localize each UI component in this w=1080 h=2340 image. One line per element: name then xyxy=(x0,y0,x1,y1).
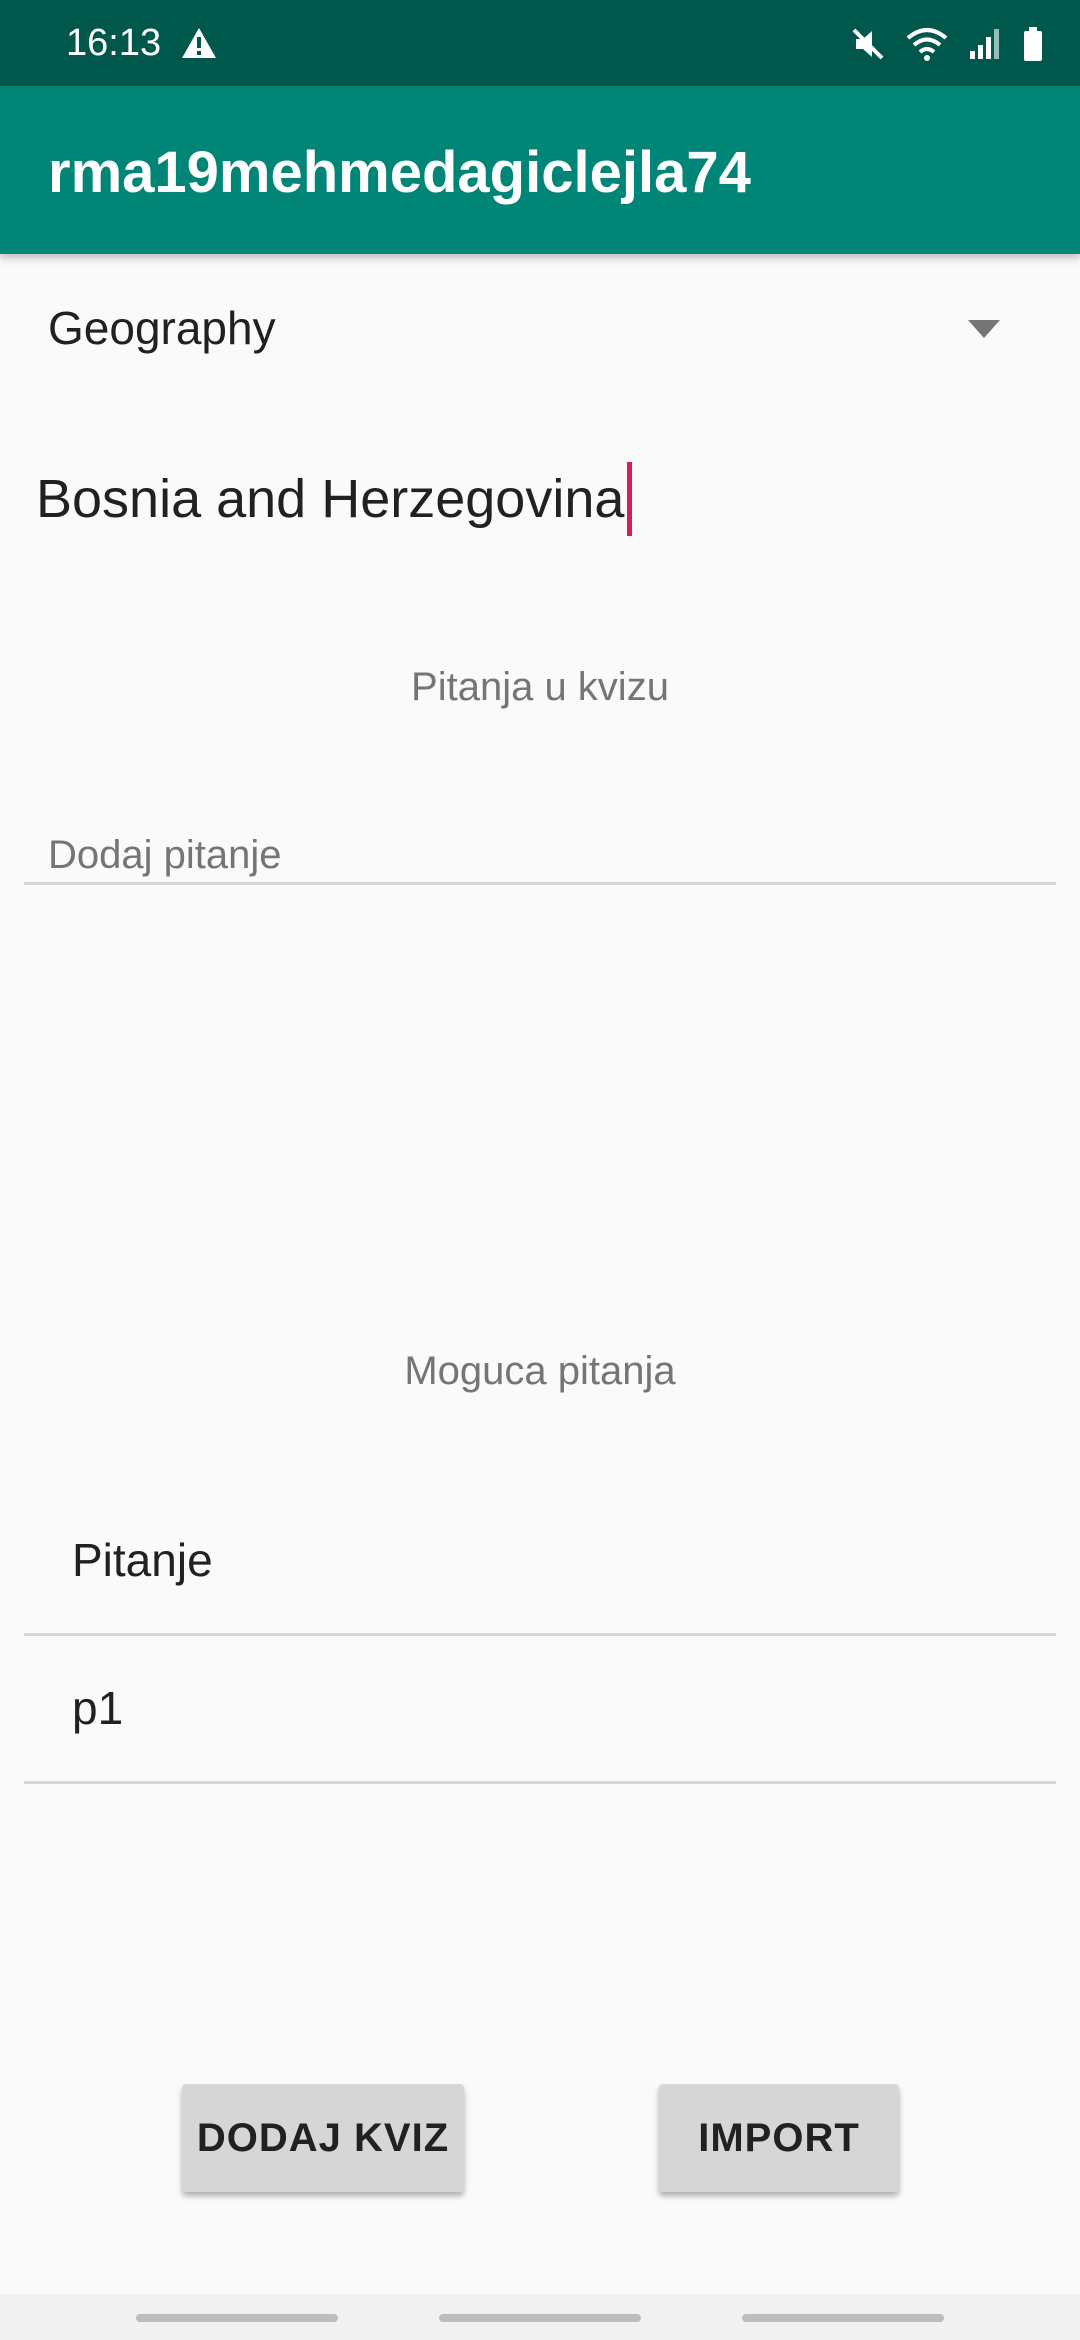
add-question-item[interactable]: Dodaj pitanje xyxy=(24,822,1056,885)
wifi-icon xyxy=(906,26,948,62)
list-item-label: Pitanje xyxy=(72,1534,213,1586)
import-button[interactable]: IMPORT xyxy=(659,2084,899,2192)
battery-icon xyxy=(1022,26,1044,62)
quiz-name-input[interactable]: Bosnia and Herzegovina xyxy=(36,462,633,536)
list-item[interactable]: Pitanje xyxy=(24,1488,1056,1636)
possible-questions-label: Moguca pitanja xyxy=(404,1349,676,1393)
mute-icon xyxy=(850,26,886,62)
text-cursor xyxy=(627,462,633,536)
list-item-label: p1 xyxy=(72,1682,124,1734)
quiz-name-value: Bosnia and Herzegovina xyxy=(36,469,625,529)
add-quiz-button[interactable]: DODAJ KVIZ xyxy=(182,2084,464,2192)
category-selected: Geography xyxy=(48,302,276,354)
nav-back-handle[interactable] xyxy=(742,2314,944,2322)
list-item[interactable]: p1 xyxy=(24,1636,1056,1784)
warning-icon xyxy=(180,26,218,60)
nav-home-handle[interactable] xyxy=(439,2314,641,2322)
add-question-label: Dodaj pitanje xyxy=(48,833,282,877)
status-bar: 16:13 xyxy=(0,0,1080,86)
app-bar: rma19mehmedagiclejla74 xyxy=(0,86,1080,254)
status-time: 16:13 xyxy=(66,22,162,64)
app-title: rma19mehmedagiclejla74 xyxy=(48,140,751,205)
status-icons xyxy=(850,22,1044,66)
dropdown-arrow-icon xyxy=(968,320,1000,338)
category-spinner[interactable]: Geography xyxy=(0,270,1080,385)
nav-recents-handle[interactable] xyxy=(136,2314,338,2322)
quiz-questions-label: Pitanja u kvizu xyxy=(411,665,669,709)
navigation-bar xyxy=(0,2294,1080,2340)
signal-icon xyxy=(968,27,1002,61)
